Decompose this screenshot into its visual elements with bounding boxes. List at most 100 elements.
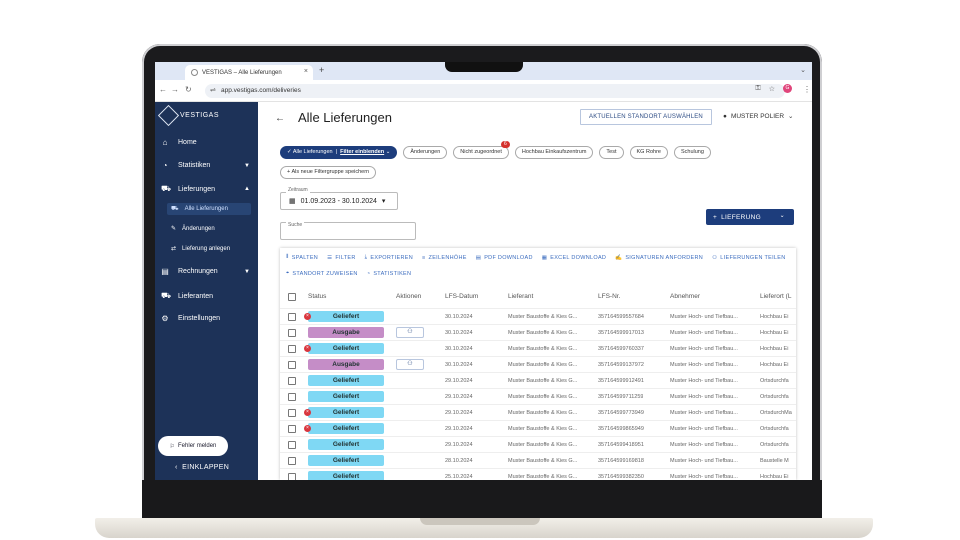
- sidebar-item-statistiken[interactable]: ◔ Statistiken ▼: [161, 161, 253, 170]
- row-checkbox[interactable]: [288, 473, 296, 480]
- profile-avatar[interactable]: G: [783, 84, 792, 93]
- row-checkbox[interactable]: [288, 441, 296, 449]
- filter-chip[interactable]: KG Rohre: [629, 146, 668, 159]
- browser-menu-icon[interactable]: ⋮: [803, 85, 811, 94]
- status-badge: Geliefert: [308, 375, 384, 386]
- select-location-button[interactable]: AKTUELLEN STANDORT AUSWÄHLEN: [580, 109, 712, 125]
- screen: VESTIGAS – Alle Lieferungen × + ⌄ ← → ↻ …: [155, 62, 812, 480]
- brand-logo[interactable]: VESTIGAS: [157, 104, 219, 127]
- row-checkbox[interactable]: [288, 313, 296, 321]
- select-all-checkbox[interactable]: [288, 293, 296, 301]
- assign-person-button[interactable]: ⚇: [396, 359, 424, 370]
- table-row[interactable]: Ausgabe ⚇ 30.10.2024 Muster Baustoffe & Kie…: [280, 324, 796, 340]
- key-icon[interactable]: ⚿: [755, 85, 760, 93]
- cell-number: 357164599382350: [598, 474, 644, 480]
- back-arrow-icon[interactable]: ←: [275, 113, 285, 124]
- row-checkbox[interactable]: [288, 457, 296, 465]
- columns-button[interactable]: ⦀ SPALTEN: [286, 254, 318, 261]
- table-row[interactable]: × Geliefert 30.10.2024 Muster Baustoffe & K…: [280, 308, 796, 324]
- column-header-status[interactable]: Status: [308, 293, 326, 300]
- sidebar-item-rechnungen[interactable]: ▤ Rechnungen ▼: [161, 267, 253, 276]
- collapse-sidebar-button[interactable]: ‹ EINKLAPPEN: [175, 464, 229, 471]
- sidebar-subitem-alle-lieferungen[interactable]: ⛟ Alle Lieferungen: [167, 203, 251, 215]
- url-field[interactable]: ⇌ app.vestigas.com/deliveries: [205, 84, 785, 98]
- sidebar-item-lieferanten[interactable]: ⛟ Lieferanten: [161, 291, 253, 301]
- back-nav-icon[interactable]: ←: [159, 85, 167, 94]
- forward-nav-icon[interactable]: →: [171, 85, 179, 94]
- main-content: ← Alle Lieferungen AKTUELLEN STANDORT AU…: [258, 102, 812, 480]
- assign-person-button[interactable]: ⚇: [396, 327, 424, 338]
- table-row[interactable]: × Geliefert 29.10.2024 Muster Baustoffe & K…: [280, 420, 796, 436]
- row-checkbox[interactable]: [288, 361, 296, 369]
- bookmark-star-icon[interactable]: ☆: [769, 85, 775, 93]
- table-row[interactable]: Geliefert 25.10.2024 Muster Baustoffe & Ki…: [280, 468, 796, 480]
- date-range-field[interactable]: Zeitraum ▦ 01.09.2023 - 30.10.2024 ▾: [280, 187, 398, 210]
- cell-recipient: Muster Hoch- und Tiefbau...: [670, 362, 738, 368]
- column-header-place[interactable]: Lieferort (L: [760, 293, 791, 300]
- sidebar-subitem-label: Änderungen: [182, 225, 215, 232]
- excel-download-button[interactable]: ▦ EXCEL DOWNLOAD: [542, 254, 606, 261]
- reload-icon[interactable]: ↻: [185, 85, 192, 94]
- column-header-number[interactable]: LFS-Nr.: [598, 293, 620, 300]
- table-row[interactable]: Geliefert 28.10.2024 Muster Baustoffe & Ki…: [280, 452, 796, 468]
- search-input[interactable]: Suche ⌕: [280, 217, 416, 240]
- cell-recipient: Muster Hoch- und Tiefbau...: [670, 410, 738, 416]
- row-checkbox[interactable]: [288, 377, 296, 385]
- statistics-button[interactable]: ◔ STATISTIKEN: [367, 270, 412, 277]
- filter-chip[interactable]: Schulung: [673, 146, 711, 159]
- filter-chip-active[interactable]: ✓ Alle Lieferungen | Filter einblenden ⌄: [280, 146, 398, 159]
- export-button[interactable]: ⤓ EXPORTIEREN: [365, 254, 413, 261]
- report-error-button[interactable]: ⚐ Fehler melden: [158, 436, 228, 456]
- sidebar-item-einstellungen[interactable]: ⚙ Einstellungen: [161, 314, 253, 323]
- share-deliveries-button[interactable]: ⚇ LIEFERUNGEN TEILEN: [712, 254, 785, 261]
- column-header-recipient[interactable]: Abnehmer: [670, 293, 700, 300]
- close-tab-icon[interactable]: ×: [304, 68, 308, 75]
- column-header-actions[interactable]: Aktionen: [396, 293, 421, 300]
- save-filter-group-button[interactable]: + Als neue Filtergruppe speichern: [280, 166, 377, 179]
- request-signatures-button[interactable]: ✍ SIGNATUREN ANFORDERN: [615, 254, 703, 261]
- table-row[interactable]: Geliefert 29.10.2024 Muster Baustoffe & Ki…: [280, 372, 796, 388]
- sidebar-subitem-aenderungen[interactable]: ✎ Änderungen: [171, 225, 255, 233]
- cell-date: 30.10.2024: [445, 330, 473, 336]
- filter-chip-unassigned[interactable]: Nicht zugeordnet 6: [453, 141, 510, 159]
- filter-chip[interactable]: Test: [599, 146, 624, 159]
- row-checkbox[interactable]: [288, 345, 296, 353]
- new-tab-button[interactable]: +: [319, 65, 324, 75]
- cell-place: Ortsdurchfa: [760, 394, 789, 400]
- laptop-chin: [142, 480, 822, 518]
- assign-location-button[interactable]: ⌖ STANDORT ZUWEISEN: [286, 270, 358, 277]
- user-menu[interactable]: ● MUSTER POLIER ⌄: [723, 112, 793, 121]
- pdf-download-button[interactable]: ▤ PDF DOWNLOAD: [476, 254, 533, 261]
- sidebar-subitem-lieferung-anlegen[interactable]: ⇄ Lieferung anlegen: [171, 245, 255, 253]
- create-delivery-button[interactable]: + LIEFERUNG ⌄: [706, 209, 794, 225]
- row-checkbox[interactable]: [288, 409, 296, 417]
- sidebar-item-label: Einstellungen: [178, 315, 221, 322]
- sidebar-item-lieferungen[interactable]: ⛟ Lieferungen ▲: [161, 184, 253, 194]
- table-row[interactable]: × Geliefert 30.10.2024 Muster Baustoffe & K…: [280, 340, 796, 356]
- table-row[interactable]: Ausgabe ⚇ 30.10.2024 Muster Baustoffe & Kie…: [280, 356, 796, 372]
- tab-list-icon[interactable]: ⌄: [800, 66, 806, 74]
- status-badge: Geliefert: [308, 391, 384, 402]
- row-height-button[interactable]: ≡ ZEILENHÖHE: [422, 254, 467, 261]
- filter-chip[interactable]: Änderungen: [403, 146, 448, 159]
- chevron-down-icon[interactable]: ⌄: [780, 212, 785, 219]
- filter-chip[interactable]: Hochbau Einkaufszentrum: [514, 146, 594, 159]
- table-row[interactable]: × Geliefert 29.10.2024 Muster Baustoffe & K…: [280, 404, 796, 420]
- column-header-supplier[interactable]: Lieferant: [508, 293, 533, 300]
- row-checkbox[interactable]: [288, 329, 296, 337]
- show-filter-link[interactable]: Filter einblenden: [340, 149, 384, 155]
- sidebar-item-home[interactable]: ⌂ Home: [161, 138, 253, 147]
- row-checkbox[interactable]: [288, 393, 296, 401]
- browser-tab[interactable]: VESTIGAS – Alle Lieferungen ×: [185, 65, 313, 80]
- row-checkbox[interactable]: [288, 425, 296, 433]
- cell-recipient: Muster Hoch- und Tiefbau...: [670, 330, 738, 336]
- table-row[interactable]: Geliefert 29.10.2024 Muster Baustoffe & Ki…: [280, 388, 796, 404]
- table-row[interactable]: Geliefert 29.10.2024 Muster Baustoffe & Ki…: [280, 436, 796, 452]
- favicon-icon: [191, 69, 198, 76]
- filter-button[interactable]: ☰ FILTER: [327, 254, 356, 261]
- tool-label: LIEFERUNGEN TEILEN: [720, 254, 786, 261]
- cell-date: 28.10.2024: [445, 458, 473, 464]
- column-header-date[interactable]: LFS-Datum: [445, 293, 478, 300]
- cell-date: 29.10.2024: [445, 394, 473, 400]
- site-info-icon[interactable]: ⇌: [210, 84, 216, 98]
